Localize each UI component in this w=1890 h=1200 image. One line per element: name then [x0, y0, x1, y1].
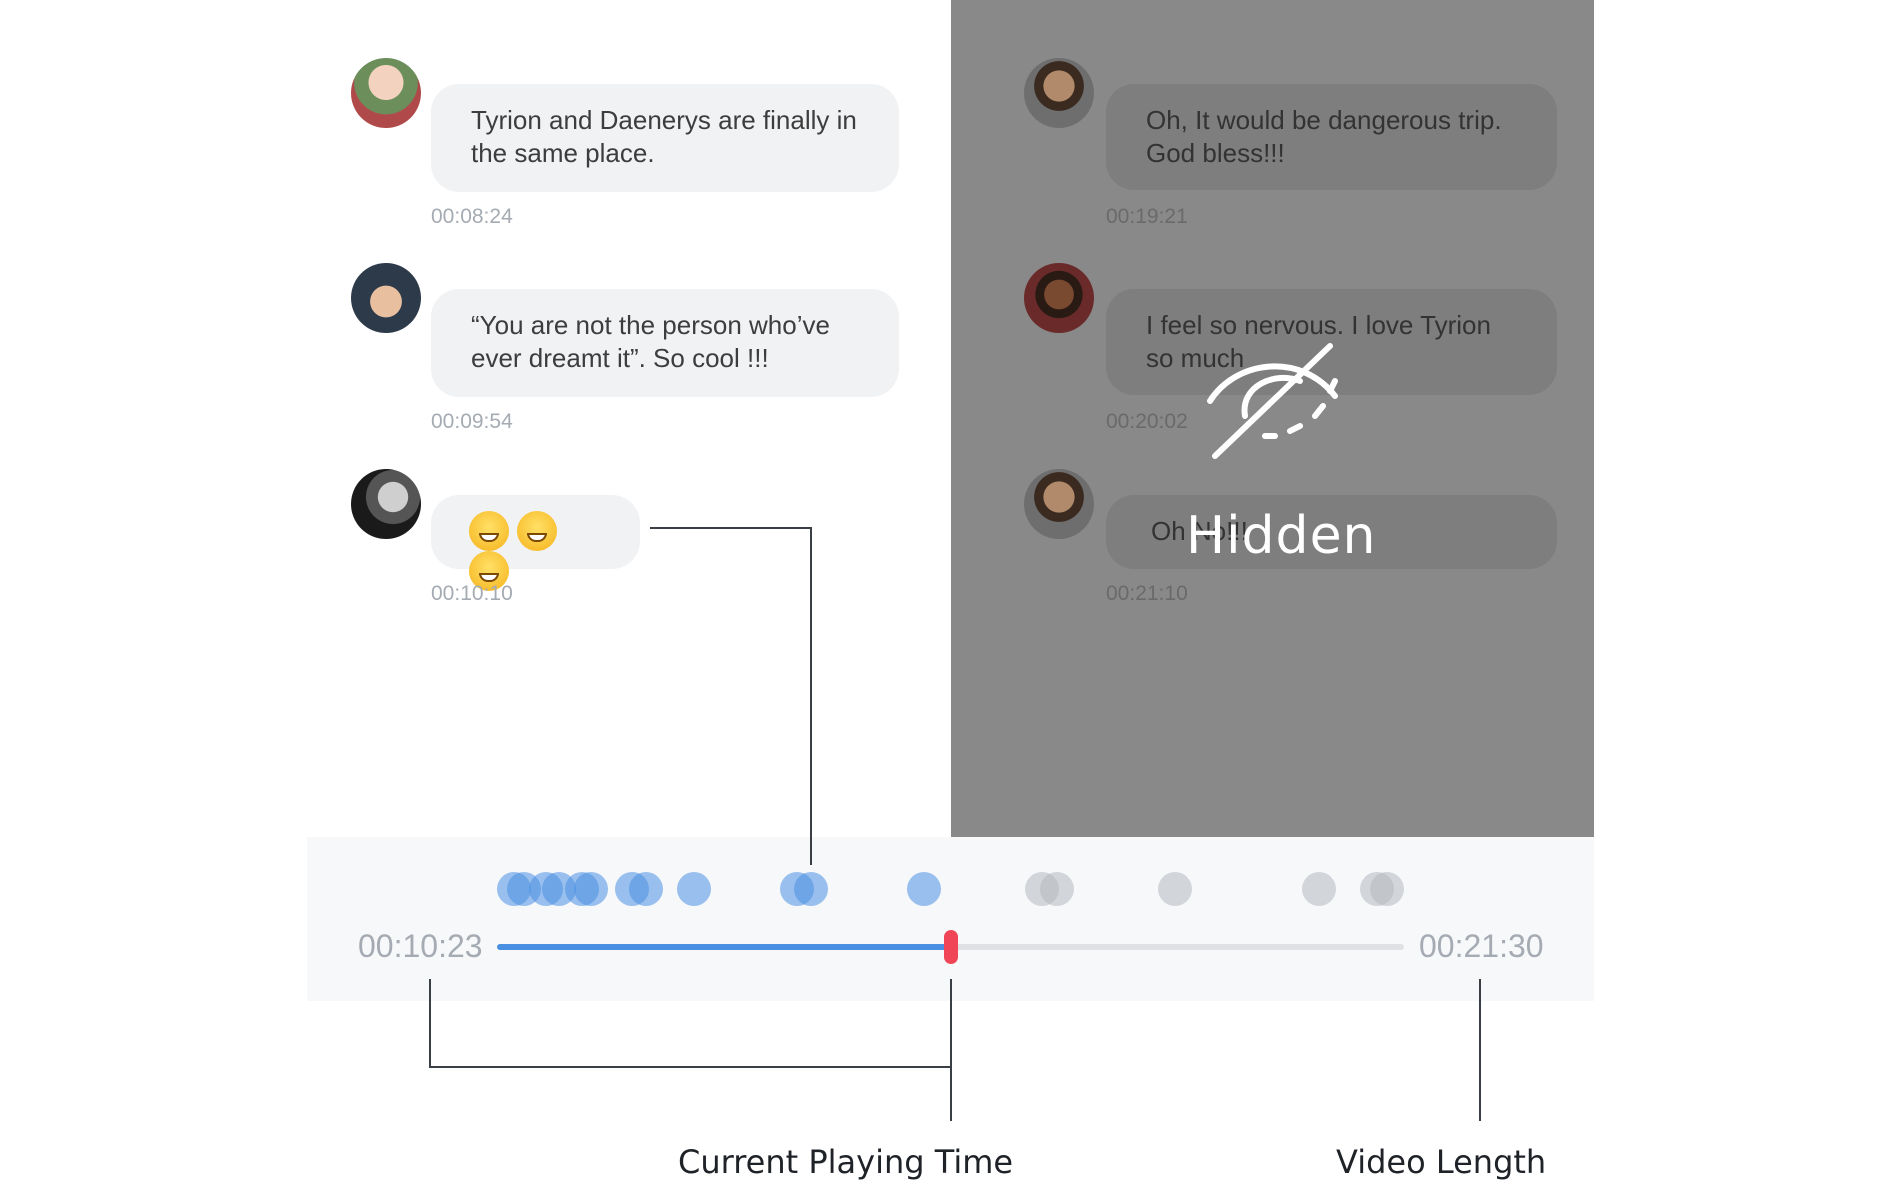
- grinning-face-icon: [517, 511, 557, 551]
- avatar: [1024, 469, 1094, 539]
- message-marker[interactable]: [1370, 872, 1404, 906]
- video-length: 00:21:30: [1419, 928, 1544, 964]
- avatar: [1024, 58, 1094, 128]
- annotation-line: [650, 527, 812, 529]
- eye-slash-icon: [1207, 343, 1338, 459]
- message-marker[interactable]: [1302, 872, 1336, 906]
- current-time: 00:10:23: [358, 928, 483, 964]
- avatar: [351, 263, 421, 333]
- annotation-line: [429, 979, 431, 1068]
- avatar: [1024, 263, 1094, 333]
- message-bubble: “You are not the person who’ve ever drea…: [431, 289, 899, 397]
- playhead-handle[interactable]: [943, 930, 958, 964]
- annotation-line: [810, 527, 812, 865]
- message-bubble: Oh, It would be dangerous trip. God bles…: [1106, 84, 1557, 190]
- message-marker[interactable]: [574, 872, 608, 906]
- message-marker[interactable]: [677, 872, 711, 906]
- message-marker[interactable]: [794, 872, 828, 906]
- annotation-line: [429, 1066, 952, 1068]
- message-marker[interactable]: [629, 872, 663, 906]
- message-bubble: Tyrion and Daenerys are finally in the s…: [431, 84, 899, 192]
- annotation-line: [1479, 979, 1481, 1121]
- annotation-line: [950, 979, 952, 1121]
- emoji-message-bubble: [431, 495, 640, 591]
- grinning-face-icon: [469, 511, 509, 551]
- caption-current-playing-time: Current Playing Time: [678, 1143, 1014, 1181]
- hidden-label: Hidden: [1186, 506, 1377, 566]
- message-time: 00:21:10: [1106, 582, 1188, 605]
- message-text: Oh, It would be dangerous trip. God bles…: [1146, 105, 1502, 168]
- message-text: Tyrion and Daenerys are finally in the s…: [471, 105, 857, 168]
- message-time: 00:10:10: [431, 582, 513, 605]
- message-time: 00:19:21: [1106, 205, 1188, 228]
- message-marker[interactable]: [907, 872, 941, 906]
- message-text: “You are not the person who’ve ever drea…: [471, 310, 830, 373]
- progress-fill: [497, 944, 951, 950]
- avatar: [351, 469, 421, 539]
- message-time: 00:08:24: [431, 205, 513, 228]
- caption-video-length: Video Length: [1336, 1143, 1547, 1181]
- avatar: [351, 58, 421, 128]
- message-time: 00:20:02: [1106, 410, 1188, 433]
- message-marker[interactable]: [1040, 872, 1074, 906]
- message-marker[interactable]: [1158, 872, 1192, 906]
- message-time: 00:09:54: [431, 410, 513, 433]
- video-timeline[interactable]: 00:10:23 00:21:30: [307, 837, 1594, 1001]
